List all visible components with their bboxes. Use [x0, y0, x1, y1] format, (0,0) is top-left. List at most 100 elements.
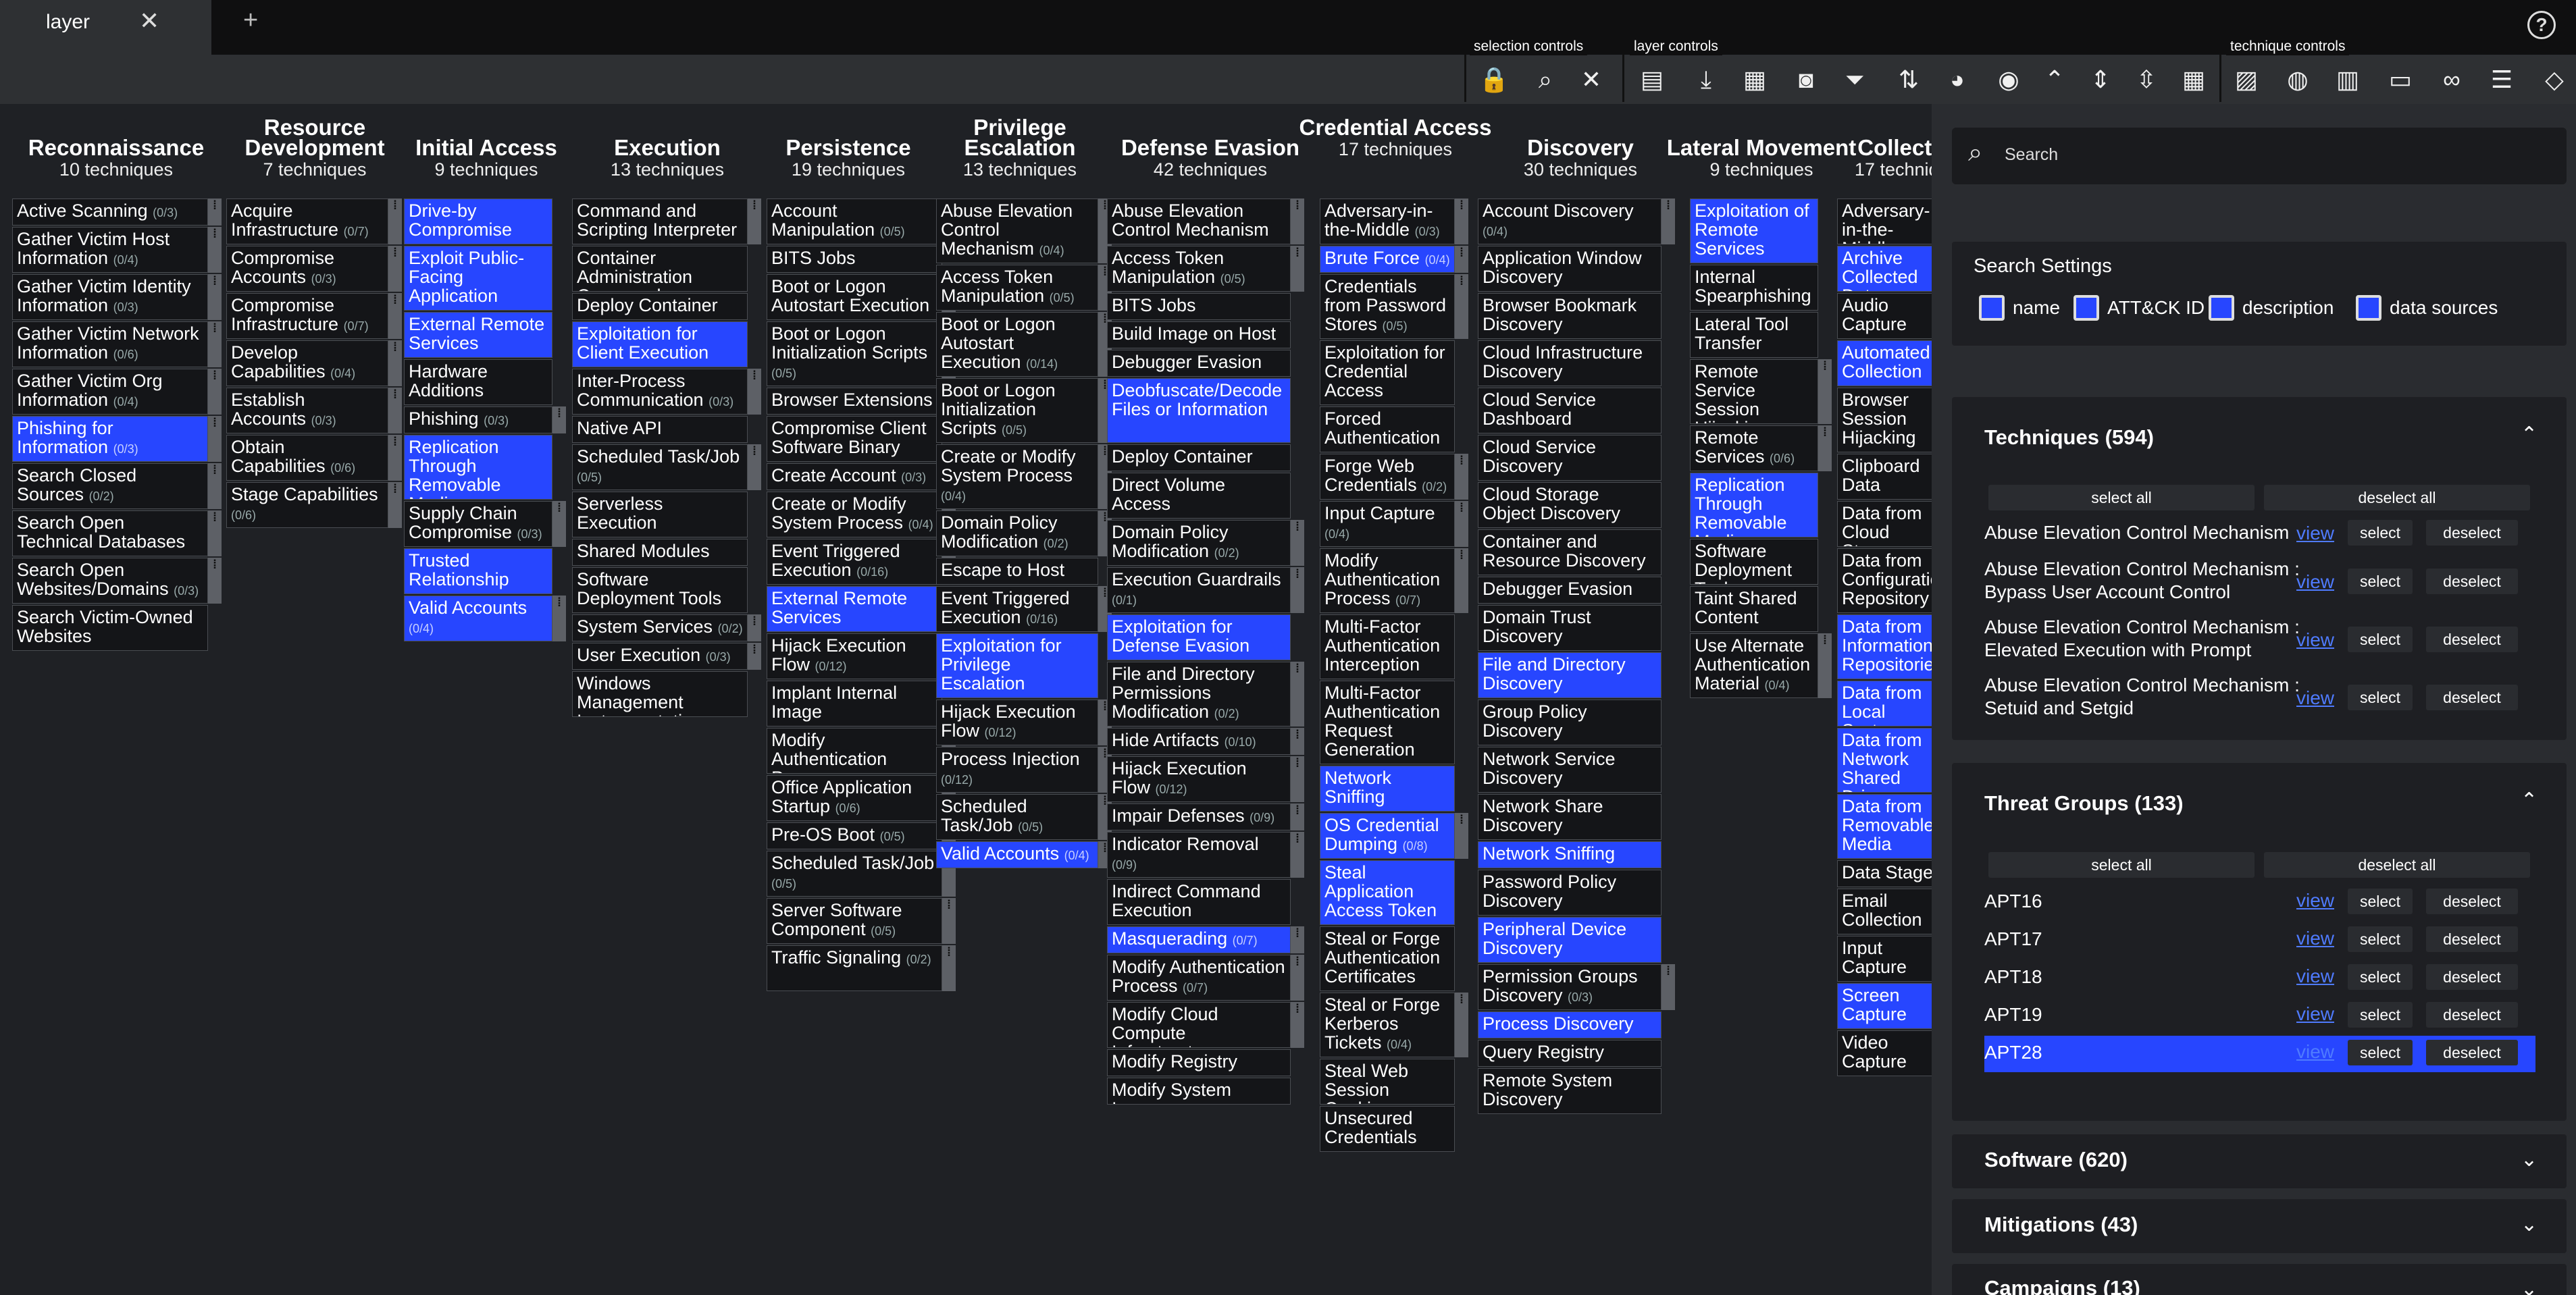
palette-icon[interactable]: ◕	[1940, 63, 1975, 96]
expand-subtechniques-handle[interactable]: ⁞	[1455, 246, 1468, 273]
expand-subtechniques-handle[interactable]: ⁞	[208, 369, 222, 415]
technique-cell[interactable]: Inter-Process Communication (0/3)	[572, 369, 748, 415]
technique-cell[interactable]: Email Collection	[1837, 889, 1932, 934]
technique-cell[interactable]: Cloud Storage Object Discovery	[1478, 482, 1661, 528]
technique-cell[interactable]: Pre-OS Boot (0/5)	[767, 822, 942, 849]
technique-cell[interactable]: Domain Policy Modification (0/2)	[936, 510, 1098, 556]
expand-subtechniques-handle[interactable]: ⁞	[1291, 728, 1304, 755]
technique-cell[interactable]: Browser Session Hijacking	[1837, 388, 1932, 452]
technique-cell[interactable]: Data from Removable Media	[1837, 794, 1932, 859]
expand-subtechniques-handle[interactable]: ⁞	[1291, 199, 1304, 244]
technique-cell[interactable]: Event Triggered Execution (0/16)	[936, 586, 1098, 632]
expand-subtechniques-handle[interactable]: ⁞	[1818, 425, 1832, 471]
technique-cell[interactable]: Modify System Image	[1107, 1078, 1291, 1105]
select-button[interactable]: select	[2348, 685, 2413, 710]
expand-subtechniques-handle[interactable]: ⁞	[1291, 567, 1304, 613]
add-tab-icon[interactable]: +	[243, 6, 258, 35]
technique-cell[interactable]: Data from Network Shared Drive	[1837, 728, 1932, 793]
technique-cell[interactable]: Steal Application Access Token	[1320, 860, 1455, 925]
technique-cell[interactable]: Unsecured Credentials	[1320, 1106, 1455, 1152]
technique-cell[interactable]: Domain Trust Discovery	[1478, 605, 1661, 651]
technique-cell[interactable]: Direct Volume Access	[1107, 473, 1291, 519]
expand-subtechniques-handle[interactable]: ⁞	[1291, 756, 1304, 802]
expand-subtechniques-handle[interactable]: ⁞	[1291, 662, 1304, 726]
select-button[interactable]: select	[2348, 926, 2413, 952]
technique-cell[interactable]: File and Directory Permissions Modificat…	[1107, 662, 1291, 726]
technique-cell[interactable]: Lateral Tool Transfer	[1690, 312, 1818, 358]
deselect-button[interactable]: deselect	[2426, 569, 2518, 594]
view-link[interactable]: view	[2296, 687, 2334, 709]
technique-cell[interactable]: Replication Through Removable Media	[1690, 473, 1818, 537]
select-button[interactable]: select	[2348, 1040, 2413, 1065]
technique-cell[interactable]: Debugger Evasion	[1478, 577, 1661, 604]
technique-cell[interactable]: Boot or Logon Autostart Execution (0/14)	[767, 274, 942, 320]
technique-cell[interactable]: Process Discovery	[1478, 1011, 1661, 1038]
expand-subtechniques-handle[interactable]: ⁞	[1455, 454, 1468, 500]
technique-cell[interactable]: Adversary-in-the-Middle	[1837, 199, 1932, 244]
technique-cell[interactable]: Deobfuscate/Decode Files or Information	[1107, 378, 1291, 443]
technique-cell[interactable]: Compromise Accounts (0/3)	[226, 246, 388, 292]
technique-cell[interactable]: Input Capture	[1837, 936, 1932, 982]
technique-cell[interactable]: Active Scanning (0/3)	[12, 199, 208, 226]
technique-cell[interactable]: Exploitation of Remote Services	[1690, 199, 1818, 263]
technique-cell[interactable]: System Services (0/2)	[572, 614, 748, 641]
deselect-button[interactable]: deselect	[2426, 685, 2518, 710]
technique-cell[interactable]: Create or Modify System Process (0/4)	[936, 444, 1098, 509]
technique-cell[interactable]: Peripheral Device Discovery	[1478, 917, 1661, 963]
expand-subtechniques-handle[interactable]: ⁞	[388, 340, 402, 386]
techniques-title[interactable]: Techniques (594)	[1984, 425, 2154, 450]
deselect-all-button[interactable]: deselect all	[2264, 852, 2530, 878]
technique-cell[interactable]: Network Share Discovery	[1478, 794, 1661, 840]
technique-cell[interactable]: Archive Collected Data	[1837, 246, 1932, 292]
technique-cell[interactable]: Scheduled Task/Job (0/5)	[936, 794, 1098, 840]
technique-cell[interactable]: Data from Configuration Repository	[1837, 548, 1932, 613]
select-button[interactable]: select	[2348, 520, 2413, 546]
comment-icon[interactable]: ▭	[2383, 63, 2418, 96]
layout-icon[interactable]: ▦	[2176, 63, 2211, 96]
view-link[interactable]: view	[2296, 1003, 2334, 1025]
technique-cell[interactable]: Execution Guardrails (0/1)	[1107, 567, 1291, 613]
download-icon[interactable]: ⤓	[1689, 63, 1724, 96]
technique-cell[interactable]: Establish Accounts (0/3)	[226, 388, 388, 433]
technique-cell[interactable]: External Remote Services	[404, 312, 552, 358]
technique-cell[interactable]: Search Victim-Owned Websites	[12, 605, 208, 651]
technique-cell[interactable]: Network Sniffing	[1478, 841, 1661, 868]
technique-cell[interactable]: Gather Victim Host Information (0/4)	[12, 227, 208, 273]
technique-cell[interactable]: Deploy Container	[572, 293, 748, 320]
technique-cell[interactable]: Group Policy Discovery	[1478, 699, 1661, 745]
sort-icon[interactable]: ⇅	[1891, 63, 1926, 96]
technique-cell[interactable]: Create Account (0/3)	[767, 463, 942, 490]
technique-cell[interactable]: Create or Modify System Process (0/4)	[767, 492, 942, 537]
technique-cell[interactable]: Exploitation for Defense Evasion	[1107, 614, 1291, 660]
expand-subtechniques-handle[interactable]: ⁞	[208, 274, 222, 320]
deselect-button[interactable]: deselect	[2426, 1002, 2518, 1028]
filter-icon[interactable]: ⏷	[1837, 63, 1872, 96]
chevron-up-icon[interactable]: ⌃	[2521, 789, 2538, 812]
technique-cell[interactable]: Acquire Infrastructure (0/7)	[226, 199, 388, 244]
technique-cell[interactable]: Gather Victim Network Information (0/6)	[12, 321, 208, 367]
select-button[interactable]: select	[2348, 964, 2413, 990]
technique-cell[interactable]: Clipboard Data	[1837, 454, 1932, 500]
chevron-up-icon[interactable]: ⌃	[2521, 423, 2538, 446]
expand-subtechniques-handle[interactable]: ⁞	[748, 614, 761, 641]
technique-cell[interactable]: Search Open Technical Databases (0/5)	[12, 510, 208, 556]
technique-cell[interactable]: Steal or Forge Authentication Certificat…	[1320, 926, 1455, 991]
technique-cell[interactable]: Input Capture (0/4)	[1320, 501, 1455, 547]
select-all-button[interactable]: select all	[1988, 852, 2255, 878]
expand-subtechniques-handle[interactable]: ⁞	[1291, 832, 1304, 878]
technique-cell[interactable]: Process Injection (0/12)	[936, 747, 1098, 793]
view-link[interactable]: view	[2296, 966, 2334, 987]
expand-subtechniques-handle[interactable]: ⁞	[208, 510, 222, 556]
technique-cell[interactable]: Remote Service Session Hijacking (0/2)	[1690, 359, 1818, 424]
chevron-down-icon[interactable]: ⌄	[2521, 1148, 2538, 1171]
technique-cell[interactable]: Windows Management Instrumentation	[572, 671, 748, 717]
technique-cell[interactable]: Drive-by Compromise	[404, 199, 552, 244]
expand-subtechniques-handle[interactable]: ⁞	[388, 293, 402, 339]
technique-cell[interactable]: Boot or Logon Initialization Scripts (0/…	[767, 321, 942, 386]
technique-cell[interactable]: Modify Registry	[1107, 1049, 1291, 1076]
software-title[interactable]: Software (620)	[1984, 1148, 2128, 1172]
expand-subtechniques-handle[interactable]: ⁞	[942, 945, 956, 991]
technique-cell[interactable]: Account Discovery (0/4)	[1478, 199, 1661, 244]
technique-cell[interactable]: Cloud Service Discovery	[1478, 435, 1661, 481]
technique-cell[interactable]: Taint Shared Content	[1690, 586, 1818, 632]
